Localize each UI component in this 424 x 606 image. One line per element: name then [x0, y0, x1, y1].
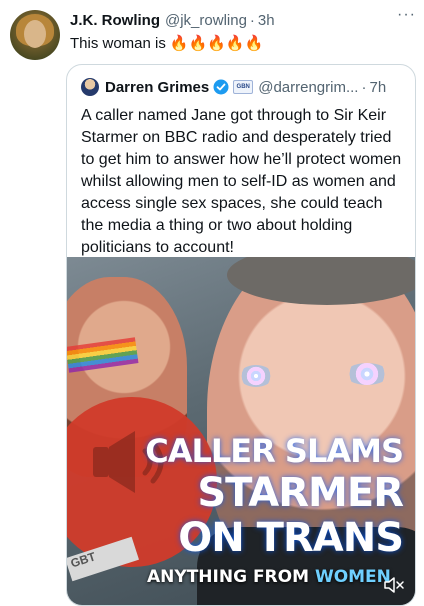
author-avatar[interactable]: [10, 10, 60, 60]
separator-dot: ·: [249, 11, 255, 29]
mute-icon[interactable]: [383, 577, 405, 593]
separator-dot: ·: [361, 78, 367, 96]
avatar-face: [24, 20, 46, 48]
fire-emoji: 🔥🔥🔥🔥🔥: [169, 35, 264, 52]
glitter-left: [239, 365, 273, 387]
glitter-right: [345, 363, 389, 385]
quoted-avatar[interactable]: [81, 78, 99, 96]
video-thumbnail[interactable]: GBT CALLER SLAMS STARMER ON TRANS ANYTHI…: [67, 257, 415, 605]
subtitle-highlight: WOMEN: [314, 567, 391, 587]
quoted-time[interactable]: 7h: [369, 79, 386, 96]
headline-line-3: ON TRANS: [178, 515, 404, 561]
more-icon[interactable]: ···: [397, 6, 416, 24]
tweet-time[interactable]: 3h: [258, 12, 275, 29]
quoted-author-handle[interactable]: @darrengrim...: [258, 79, 358, 96]
quoted-text: A caller named Jane got through to Sir K…: [81, 107, 402, 256]
author-name[interactable]: J.K. Rowling: [70, 12, 160, 29]
video-subtitle: ANYTHING FROM WOMEN: [147, 567, 391, 587]
headline-line-1: CALLER SLAMS: [145, 432, 404, 470]
author-handle[interactable]: @jk_rowling: [165, 12, 247, 29]
affiliate-badge: GBN: [233, 80, 254, 94]
verified-badge-icon: [213, 79, 229, 95]
tweet-text-body: This woman is: [70, 35, 166, 52]
tweet-text: This woman is 🔥🔥🔥🔥🔥: [70, 34, 263, 52]
subtitle-text: ANYTHING FROM: [147, 567, 315, 587]
quoted-tweet[interactable]: Darren Grimes GBN @darrengrim... · 7h A …: [66, 64, 416, 606]
quoted-header: Darren Grimes GBN @darrengrim... · 7h: [81, 77, 407, 97]
tweet-header: J.K. Rowling @jk_rowling · 3h: [70, 10, 416, 30]
quoted-author-name[interactable]: Darren Grimes: [105, 79, 209, 96]
headline-line-2: STARMER: [197, 470, 404, 516]
